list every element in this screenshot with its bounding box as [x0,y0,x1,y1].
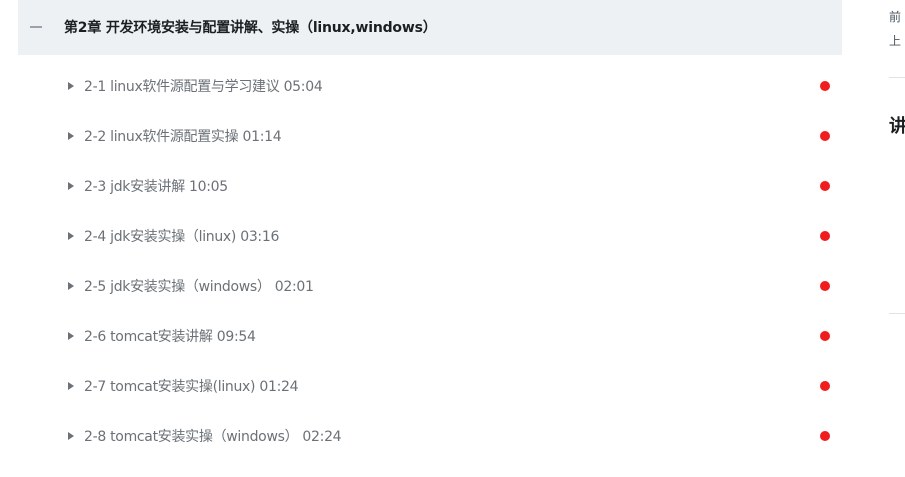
lesson-list: 2-1 linux软件源配置与学习建议 05:04 2-2 linux软件源配置… [18,60,842,460]
chapter-header[interactable]: 第2章 开发环境安装与配置讲解、实操（linux,windows） [18,0,842,55]
play-triangle-icon [68,282,74,290]
lesson-item[interactable]: 2-1 linux软件源配置与学习建议 05:04 [18,60,842,110]
minus-icon[interactable] [30,26,42,28]
status-dot-icon [820,281,830,291]
lesson-title[interactable]: 2-3 jdk安装讲解 10:05 [84,176,228,196]
status-dot-icon [820,231,830,241]
lesson-title[interactable]: 2-2 linux软件源配置实操 01:14 [84,126,282,146]
lesson-item[interactable]: 2-3 jdk安装讲解 10:05 [18,160,842,210]
play-triangle-icon [68,132,74,140]
lesson-item[interactable]: 2-5 jdk安装实操（windows） 02:01 [18,260,842,310]
status-dot-icon [820,381,830,391]
right-panel-text: 上 [889,34,902,48]
lesson-title[interactable]: 2-1 linux软件源配置与学习建议 05:04 [84,76,323,96]
status-dot-icon [820,331,830,341]
play-triangle-icon [68,232,74,240]
lesson-title[interactable]: 2-4 jdk安装实操（linux) 03:16 [84,226,279,246]
status-dot-icon [820,181,830,191]
right-panel: 前 上 讲 [889,0,905,477]
lesson-item[interactable]: 2-2 linux软件源配置实操 01:14 [18,110,842,160]
chapter-title: 第2章 开发环境安装与配置讲解、实操（linux,windows） [64,20,437,36]
lesson-item[interactable]: 2-4 jdk安装实操（linux) 03:16 [18,210,842,260]
lesson-title[interactable]: 2-6 tomcat安装讲解 09:54 [84,326,256,346]
lesson-item[interactable]: 2-8 tomcat安装实操（windows） 02:24 [18,410,842,460]
play-triangle-icon [68,332,74,340]
right-panel-heading: 讲 [889,116,905,137]
play-triangle-icon [68,82,74,90]
divider [889,77,905,78]
lesson-item[interactable]: 2-7 tomcat安装实操(linux) 01:24 [18,360,842,410]
divider [889,313,905,314]
play-triangle-icon [68,182,74,190]
status-dot-icon [820,81,830,91]
status-dot-icon [820,131,830,141]
play-triangle-icon [68,382,74,390]
right-panel-text: 前 [889,10,902,24]
lesson-title[interactable]: 2-5 jdk安装实操（windows） 02:01 [84,276,314,296]
play-triangle-icon [68,432,74,440]
lesson-title[interactable]: 2-7 tomcat安装实操(linux) 01:24 [84,376,299,396]
lesson-item[interactable]: 2-6 tomcat安装讲解 09:54 [18,310,842,360]
status-dot-icon [820,431,830,441]
lesson-title[interactable]: 2-8 tomcat安装实操（windows） 02:24 [84,426,342,446]
